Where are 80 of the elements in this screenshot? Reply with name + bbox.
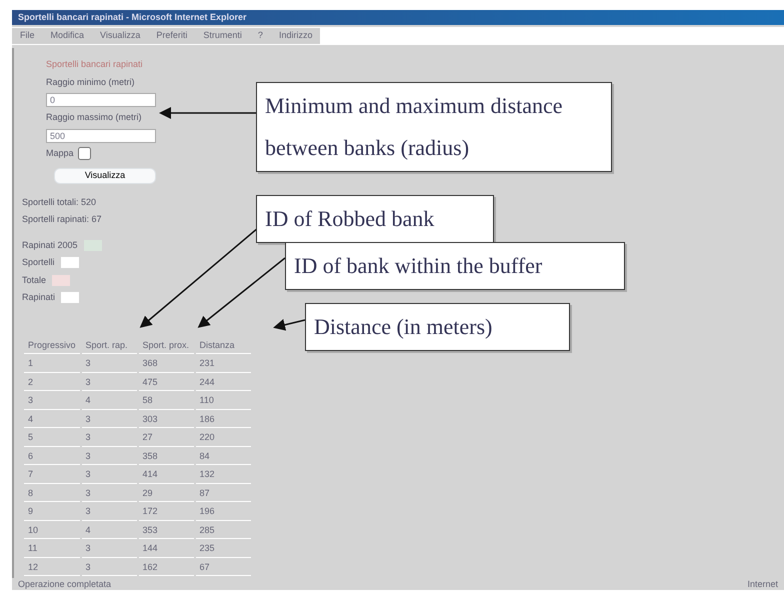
column-header: Distanza	[196, 338, 251, 354]
table-cell: 10	[24, 522, 80, 539]
menu-item[interactable]: ?	[250, 28, 271, 44]
table-cell: 414	[138, 467, 194, 484]
table-cell: 4	[82, 393, 137, 410]
legend-label: Totale	[22, 274, 46, 286]
field-label: Raggio minimo (metri)	[46, 76, 136, 89]
table-cell: 7	[24, 467, 80, 484]
table-cell: 235	[196, 541, 251, 558]
status-zone: Internet	[747, 578, 778, 590]
form-heading: Sportelli bancari rapinati	[46, 58, 144, 71]
table-cell: 84	[196, 448, 251, 465]
table-cell: 172	[138, 504, 194, 520]
table-cell: 5	[24, 430, 80, 446]
table-cell: 3	[82, 486, 137, 502]
table-cell: 475	[138, 374, 194, 391]
table-cell: 231	[196, 356, 251, 372]
menu-item[interactable]: Strumenti	[195, 28, 250, 44]
status-text: Operazione completata	[18, 578, 112, 590]
table-cell: 3	[82, 541, 137, 558]
callout-box: ID of Robbed bank	[256, 195, 494, 243]
callout-box: Minimum and maximum distance between banks (radius)	[256, 82, 612, 172]
table-cell: 3	[82, 448, 137, 465]
table-cell: 186	[196, 412, 251, 428]
table-cell: 3	[82, 356, 137, 372]
table-cell: 4	[82, 522, 137, 539]
input-field[interactable]: 0	[46, 93, 156, 107]
count-text: Sportelli rapinati: 67	[22, 213, 102, 226]
menu-item[interactable]: Indirizzo	[270, 28, 320, 44]
table-cell: 3	[82, 560, 137, 576]
table-cell: 303	[138, 412, 194, 428]
table-cell: 3	[24, 393, 80, 410]
table-cell: 220	[196, 430, 251, 446]
legend-label: Sportelli	[22, 256, 55, 269]
table-cell: 3	[82, 374, 137, 391]
legend-label: Rapinati 2005	[22, 238, 78, 252]
table-cell: 244	[196, 374, 251, 391]
table-cell: 8	[24, 486, 80, 502]
table-cell: 368	[138, 356, 194, 372]
table-cell: 11	[24, 541, 80, 558]
submit-button[interactable]: Visualizza	[54, 168, 156, 184]
menu-item[interactable]: Modifica	[42, 28, 92, 44]
table-cell: 9	[24, 504, 80, 520]
column-header: Sport. rap.	[82, 338, 137, 354]
table-cell: 2	[24, 374, 80, 391]
table-cell: 110	[196, 393, 251, 410]
column-header: Sport. prox.	[138, 338, 194, 354]
callout-box: Distance (in meters)	[305, 303, 570, 351]
table-cell: 3	[82, 412, 137, 428]
table-cell: 3	[82, 504, 137, 520]
table-cell: 29	[138, 486, 194, 502]
callout-box: ID of bank within the buffer	[285, 242, 625, 290]
table-cell: 285	[196, 522, 251, 539]
count-text: Sportelli totali: 520	[22, 196, 96, 209]
table-cell: 1	[24, 356, 80, 372]
table-cell: 4	[24, 412, 80, 428]
table-cell: 67	[196, 560, 251, 576]
column-header: Progressivo	[24, 338, 80, 354]
table-cell: 27	[138, 430, 194, 446]
checkbox-label: Mappa	[46, 146, 74, 160]
input-field[interactable]: 500	[46, 128, 156, 142]
menu-item[interactable]: File	[12, 28, 43, 44]
checkbox[interactable]	[78, 146, 91, 160]
table-cell: 3	[82, 467, 137, 484]
table-cell: 144	[138, 541, 194, 558]
table-cell: 58	[138, 393, 194, 410]
menu-item[interactable]: Visualizza	[92, 28, 148, 44]
legend-label: Rapinati	[22, 291, 56, 304]
table-cell: 87	[196, 486, 251, 502]
table-cell: 12	[24, 560, 80, 576]
table-cell: 196	[196, 504, 251, 520]
table-cell: 132	[196, 467, 251, 484]
table-cell: 3	[82, 430, 137, 446]
table-cell: 6	[24, 448, 80, 465]
window-title: Sportelli bancari rapinati - Microsoft Internet Explorer	[18, 10, 247, 24]
menu-item[interactable]: Preferiti	[148, 28, 196, 44]
table-cell: 358	[138, 448, 194, 465]
table-cell: 353	[138, 522, 194, 539]
table-cell: 162	[138, 560, 194, 576]
field-label: Raggio massimo (metri)	[46, 111, 143, 124]
